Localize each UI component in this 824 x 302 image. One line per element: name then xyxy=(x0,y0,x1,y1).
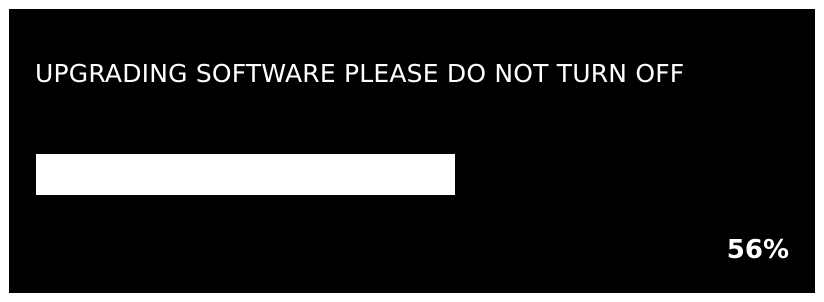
progress-percent-label: 56% xyxy=(726,235,789,265)
progress-bar-fill xyxy=(36,154,455,195)
upgrade-screen: UPGRADING SOFTWARE PLEASE DO NOT TURN OF… xyxy=(9,9,815,293)
progress-bar xyxy=(36,154,784,195)
upgrade-message: UPGRADING SOFTWARE PLEASE DO NOT TURN OF… xyxy=(35,59,685,88)
